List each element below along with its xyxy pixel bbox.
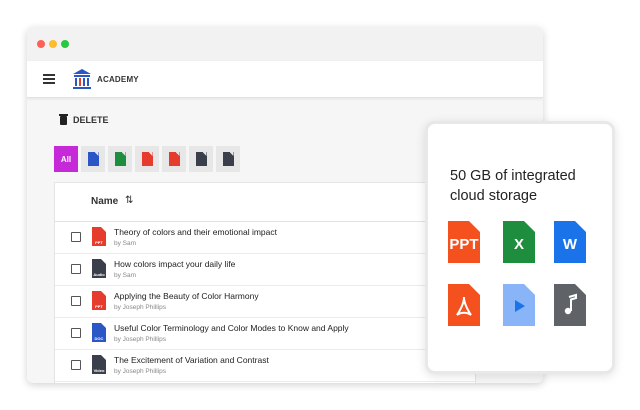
file-title[interactable]: Useful Color Terminology and Color Modes… xyxy=(114,323,349,333)
audio-file-icon: Audio xyxy=(92,259,106,278)
file-title[interactable]: The Excitement of Variation and Contrast xyxy=(114,355,269,365)
file-author: by Joseph Phillips xyxy=(114,304,167,311)
file-type-filters: All xyxy=(54,146,240,172)
minimize-window-dot[interactable] xyxy=(49,40,57,48)
storage-promo-card: 50 GB of integrated cloud storage PPT X … xyxy=(425,121,615,374)
table-row[interactable]: PPT Theory of colors and their emotional… xyxy=(55,222,475,254)
sort-icon[interactable]: ⇅ xyxy=(125,195,133,206)
menu-icon[interactable] xyxy=(43,74,55,84)
file-table: Name ⇅ PPT Theory of colors and their em… xyxy=(54,182,476,383)
filter-ppt[interactable] xyxy=(135,146,159,172)
file-author: by Joseph Phillips xyxy=(114,336,167,343)
pdf-file-icon xyxy=(448,284,480,326)
table-header: Name ⇅ xyxy=(55,183,475,222)
file-author: by Joseph Phillips xyxy=(114,368,167,375)
filter-doc[interactable] xyxy=(81,146,105,172)
video-file-icon: Video xyxy=(92,355,106,374)
filter-xls[interactable] xyxy=(108,146,132,172)
audio-file-icon xyxy=(554,284,586,326)
card-title: 50 GB of integrated cloud storage xyxy=(450,168,576,204)
doc-file-icon xyxy=(87,152,99,166)
excel-file-icon: X xyxy=(503,221,535,263)
doc-file-icon: DOC xyxy=(92,323,106,342)
row-checkbox[interactable] xyxy=(71,264,81,274)
ppt-file-icon: PPT xyxy=(92,227,106,246)
table-row[interactable]: Video The Excitement of Variation and Co… xyxy=(55,350,475,382)
title-bar xyxy=(27,27,543,61)
video-file-icon xyxy=(503,284,535,326)
xls-file-icon xyxy=(114,152,126,166)
row-checkbox[interactable] xyxy=(71,296,81,306)
ppt-file-icon: PPT xyxy=(448,221,480,263)
file-title[interactable]: Applying the Beauty of Color Harmony xyxy=(114,291,259,301)
file-title[interactable]: Theory of colors and their emotional imp… xyxy=(114,227,277,237)
academy-logo-icon xyxy=(73,69,91,89)
pdf-file-icon xyxy=(168,152,180,166)
video-file-icon xyxy=(222,152,234,166)
file-title[interactable]: How colors impact your daily life xyxy=(114,259,235,269)
name-column-header[interactable]: Name xyxy=(91,196,118,207)
brand-name: ACADEMY xyxy=(97,75,139,84)
filter-video[interactable] xyxy=(216,146,240,172)
trash-icon xyxy=(59,113,68,125)
row-checkbox[interactable] xyxy=(71,232,81,242)
table-row[interactable]: PPT Applying the Beauty of Color Harmony… xyxy=(55,286,475,318)
file-author: by Sam xyxy=(114,240,137,247)
row-checkbox[interactable] xyxy=(71,360,81,370)
table-row[interactable]: DOC Useful Color Terminology and Color M… xyxy=(55,318,475,350)
audio-file-icon xyxy=(195,152,207,166)
row-checkbox[interactable] xyxy=(71,328,81,338)
filter-pdf[interactable] xyxy=(162,146,186,172)
delete-button[interactable]: DELETE xyxy=(59,113,109,125)
filter-audio[interactable] xyxy=(189,146,213,172)
ppt-file-icon: PPT xyxy=(92,291,106,310)
table-row[interactable]: Audio How colors impact your daily life … xyxy=(55,254,475,286)
delete-label: DELETE xyxy=(73,115,109,125)
word-file-icon: W xyxy=(554,221,586,263)
close-window-dot[interactable] xyxy=(37,40,45,48)
app-header: ACADEMY xyxy=(27,61,543,98)
filter-all[interactable]: All xyxy=(54,146,78,172)
ppt-file-icon xyxy=(141,152,153,166)
maximize-window-dot[interactable] xyxy=(61,40,69,48)
file-author: by Sam xyxy=(114,272,137,279)
